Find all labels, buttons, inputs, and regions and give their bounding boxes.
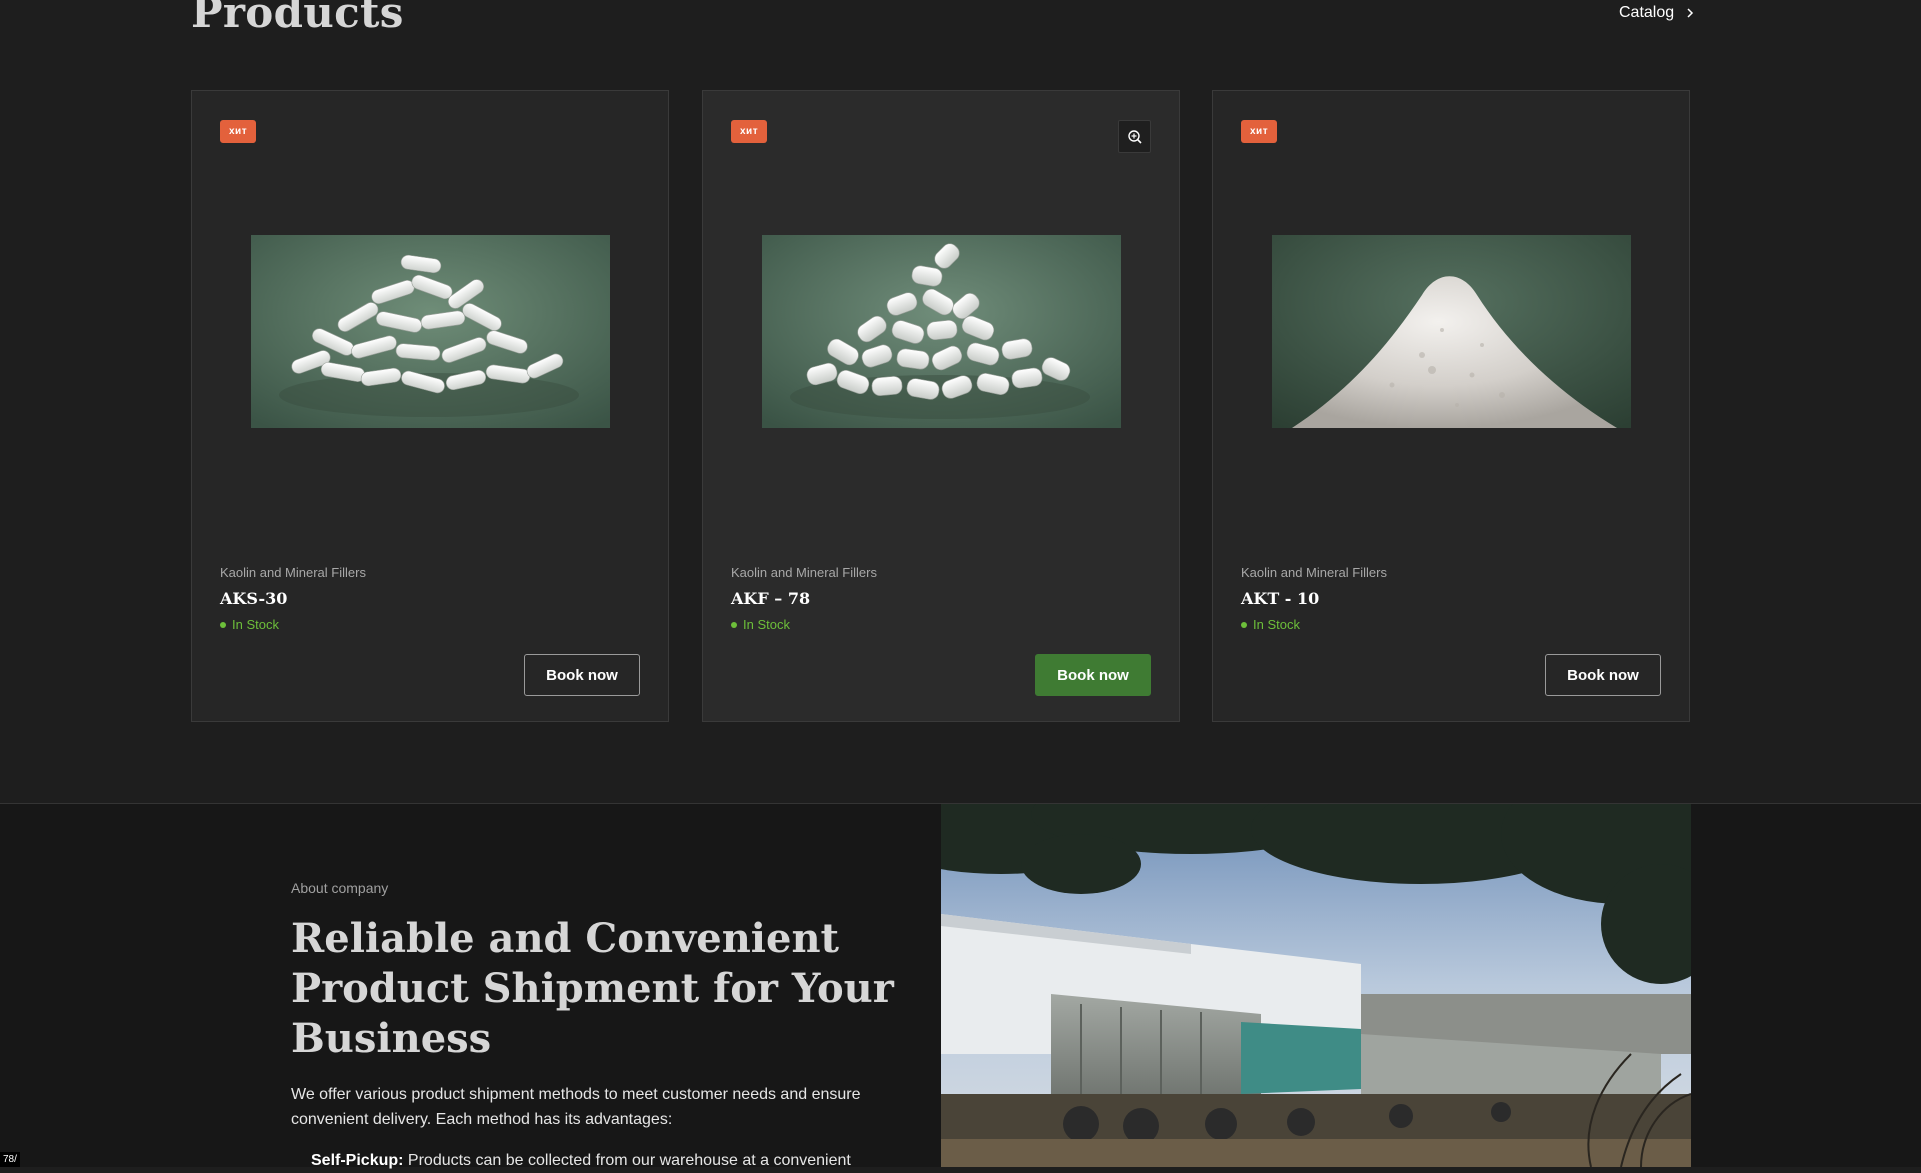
- about-description: We offer various product shipment method…: [291, 1086, 861, 1128]
- chevron-right-icon: [1687, 8, 1694, 18]
- stock-dot-icon: [731, 621, 737, 628]
- product-card[interactable]: хит Kaolin and Mineral Fillers AKT - 10 …: [1212, 90, 1690, 722]
- hit-badge: хит: [1241, 120, 1278, 143]
- products-section: Products Catalog хит Kaolin and Mineral …: [0, 0, 1921, 803]
- zoom-in-icon: [1127, 129, 1142, 144]
- book-now-button[interactable]: Book now: [1035, 654, 1151, 696]
- stock-label: In Stock: [743, 617, 790, 632]
- about-section: About company Reliable and Convenient Pr…: [0, 804, 1921, 1169]
- list-item-text: Products can be collected from our wareh…: [403, 1152, 851, 1169]
- about-eyebrow: About company: [291, 880, 389, 896]
- product-card[interactable]: хит: [702, 90, 1180, 722]
- product-category: Kaolin and Mineral Fillers: [220, 565, 366, 580]
- stock-dot-icon: [220, 621, 226, 628]
- product-category: Kaolin and Mineral Fillers: [1241, 565, 1387, 580]
- catalog-link[interactable]: Catalog: [1619, 4, 1696, 22]
- about-list-item: Self-Pickup: Products can be collected f…: [311, 1148, 911, 1173]
- kaolin-pellets-image[interactable]: [251, 235, 610, 428]
- page-counter: 78/: [0, 1152, 20, 1167]
- stock-status: In Stock: [1241, 617, 1300, 632]
- zoom-button[interactable]: [1118, 120, 1151, 153]
- catalog-label: Catalog: [1619, 4, 1675, 21]
- stock-label: In Stock: [1253, 617, 1300, 632]
- stock-dot-icon: [1241, 621, 1247, 628]
- product-card[interactable]: хит: [191, 90, 669, 722]
- hit-badge: хит: [731, 120, 768, 143]
- product-name[interactable]: AKS-30: [220, 589, 287, 608]
- book-now-button[interactable]: Book now: [1545, 654, 1661, 696]
- about-heading: Reliable and Convenient Product Shipment…: [291, 915, 894, 1062]
- product-name[interactable]: AKF – 78: [731, 589, 810, 608]
- list-item-label: Self-Pickup:: [311, 1152, 404, 1169]
- kaolin-powder-image[interactable]: [1272, 235, 1631, 428]
- section-title: Products: [191, 0, 404, 37]
- hit-badge: хит: [220, 120, 257, 143]
- kaolin-pellets-image[interactable]: [762, 235, 1121, 428]
- book-now-button[interactable]: Book now: [524, 654, 640, 696]
- product-category: Kaolin and Mineral Fillers: [731, 565, 877, 580]
- product-name[interactable]: AKT - 10: [1241, 589, 1319, 608]
- stock-status: In Stock: [731, 617, 790, 632]
- stock-status: In Stock: [220, 617, 279, 632]
- stock-label: In Stock: [232, 617, 279, 632]
- railway-wagons-photo: [941, 804, 1691, 1167]
